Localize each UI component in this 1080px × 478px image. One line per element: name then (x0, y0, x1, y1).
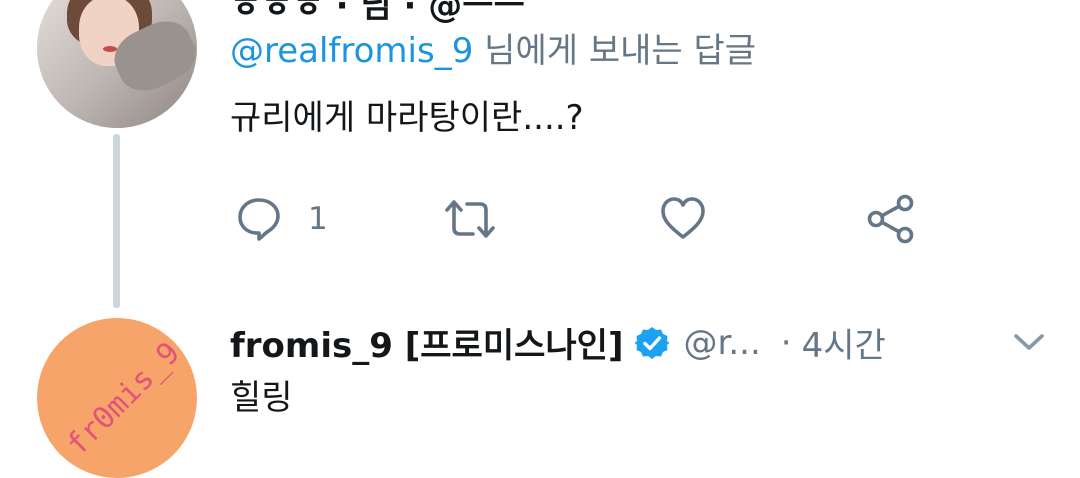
chevron-down-icon (1014, 334, 1044, 350)
tweet2-timestamp[interactable]: 4시간 (802, 318, 886, 367)
tweet2-avatar[interactable]: fr0mis_9 (37, 318, 197, 478)
share-icon (867, 194, 914, 244)
tweet2-text: 힐링 (230, 378, 293, 418)
like-icon (661, 197, 705, 239)
tweet2-handle[interactable]: @r... (684, 323, 761, 363)
separator-dot: · (780, 322, 792, 363)
avatar-logo-text: fr0mis_9 (60, 335, 187, 463)
reply-count: 1 (308, 201, 328, 237)
tweet1-avatar[interactable] (37, 0, 197, 128)
verified-badge-icon (634, 326, 669, 359)
like-button[interactable] (660, 196, 706, 242)
share-button[interactable] (866, 194, 916, 244)
reply-icon (238, 198, 280, 241)
retweet-button[interactable] (443, 196, 497, 242)
tweet-menu-button[interactable] (1013, 332, 1045, 356)
retweet-icon (445, 200, 495, 238)
tweet1-text: 규리에게 마라탕이란....? (230, 98, 584, 138)
tweet2-header: fromis_9 [프로미스나인] @r... · 4시간 (230, 318, 886, 367)
reply-to-suffix: 님에게 보내는 답글 (473, 31, 757, 71)
reply-to-handle-link[interactable]: @realfromis_9 (230, 31, 473, 71)
thread-line (113, 134, 120, 308)
tweet2-display-name[interactable]: fromis_9 [프로미스나인] (230, 318, 624, 367)
reply-button[interactable]: 1 (236, 196, 328, 242)
reply-to-line: @realfromis_9 님에게 보내는 답글 (230, 23, 756, 72)
